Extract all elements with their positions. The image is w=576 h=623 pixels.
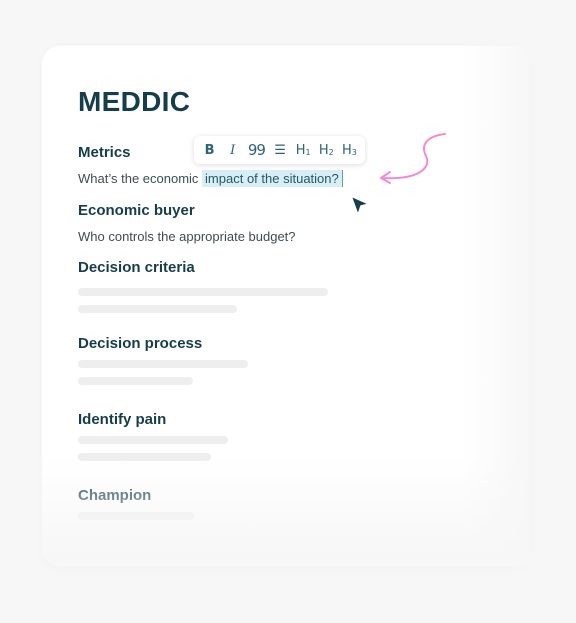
text-unselected[interactable]: What’s the economic	[78, 171, 202, 186]
bullet-list-icon[interactable]: ☰	[272, 143, 288, 158]
right-fade	[460, 46, 530, 566]
heading-3-level: 3	[351, 147, 357, 157]
placeholder-line	[78, 436, 228, 444]
bottom-fade	[42, 456, 530, 566]
section-heading-metrics[interactable]: Metrics	[78, 144, 131, 161]
page-title: MEDDIC	[78, 86, 191, 117]
text-selection[interactable]: impact of the situation?	[202, 170, 343, 187]
heading-2-label: H	[318, 142, 329, 158]
format-toolbar: B I 99 ☰ H1 H2 H3	[194, 136, 365, 164]
italic-button[interactable]: I	[225, 143, 241, 158]
placeholder-line	[78, 360, 248, 368]
quote-button[interactable]: 99	[248, 141, 266, 159]
heading-2-level: 2	[328, 147, 334, 157]
placeholder-line	[78, 377, 193, 385]
section-text-economic-buyer[interactable]: Who controls the appropriate budget?	[78, 229, 296, 244]
section-heading-decision-criteria[interactable]: Decision criteria	[78, 259, 195, 276]
placeholder-line	[78, 453, 211, 461]
section-heading-champion[interactable]: Champion	[78, 487, 151, 504]
heading-1-button[interactable]: H1	[295, 143, 311, 158]
section-heading-economic-buyer[interactable]: Economic buyer	[78, 202, 195, 219]
placeholder-line	[78, 512, 194, 520]
section-heading-decision-process[interactable]: Decision process	[78, 335, 202, 352]
placeholder-line	[78, 288, 328, 296]
heading-3-button[interactable]: H3	[341, 143, 357, 158]
annotation-arrow-icon	[380, 133, 446, 184]
section-heading-identify-pain[interactable]: Identify pain	[78, 411, 166, 428]
bold-button[interactable]: B	[202, 143, 218, 158]
heading-3-label: H	[341, 142, 352, 158]
mouse-cursor-icon	[350, 195, 370, 216]
section-text-metrics[interactable]: What’s the economic impact of the situat…	[78, 170, 343, 187]
document-card: MEDDIC Metrics What’s the economic impac…	[42, 46, 530, 566]
placeholder-line	[78, 305, 237, 313]
heading-1-level: 1	[305, 147, 311, 157]
heading-1-label: H	[295, 142, 306, 158]
heading-2-button[interactable]: H2	[318, 143, 334, 158]
